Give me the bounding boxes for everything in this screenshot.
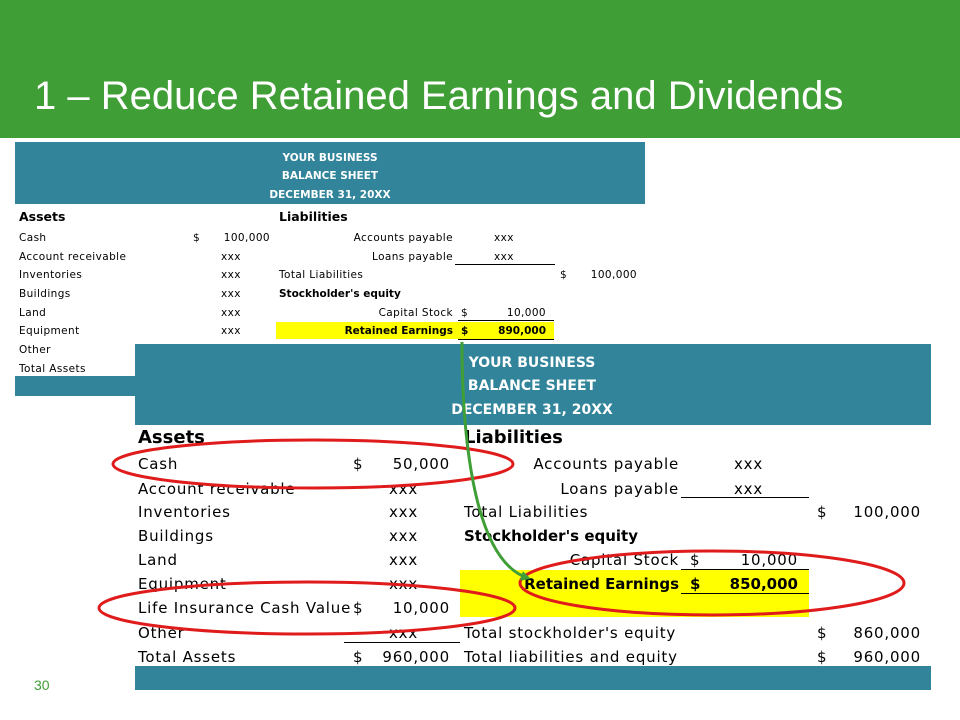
retained-earnings-arrow bbox=[460, 341, 531, 581]
slide-number: 30 bbox=[34, 677, 50, 693]
retained-earnings-highlight-circle bbox=[518, 549, 906, 617]
life-insurance-highlight-circle bbox=[97, 580, 517, 636]
cash-highlight-circle bbox=[111, 438, 515, 490]
annotation-layer bbox=[97, 341, 906, 636]
